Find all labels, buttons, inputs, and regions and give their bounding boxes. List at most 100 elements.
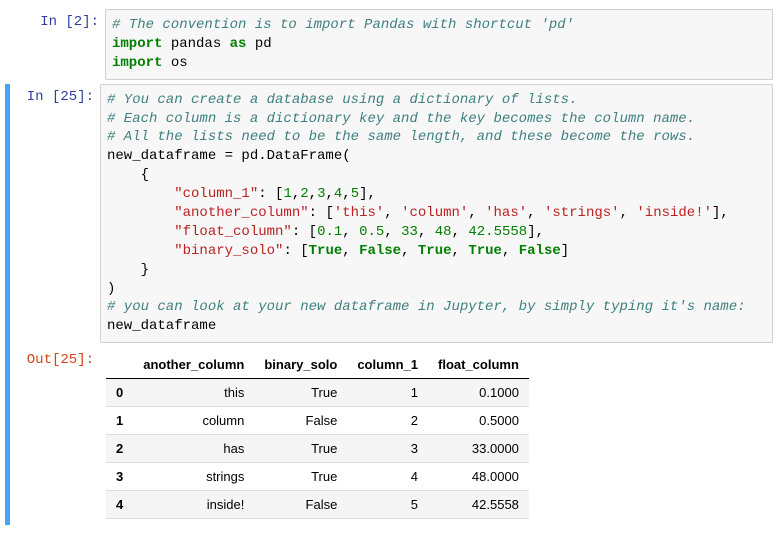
table-row: 4 inside! False 5 42.5558 xyxy=(106,491,529,519)
code-text: , xyxy=(342,186,350,202)
table-header: binary_solo xyxy=(254,351,347,379)
table-cell: 5 xyxy=(347,491,428,519)
code-cell-1: In [2]: # The convention is to import Pa… xyxy=(5,9,773,80)
code-text: : [ xyxy=(283,243,308,259)
table-header: float_column xyxy=(428,351,529,379)
code-text: , xyxy=(292,186,300,202)
input-prompt: In [2]: xyxy=(10,9,105,80)
code-number: 33 xyxy=(401,224,418,240)
code-text: , xyxy=(309,186,317,202)
code-bool: False xyxy=(519,243,561,259)
table-cell: True xyxy=(254,463,347,491)
code-text: , xyxy=(325,186,333,202)
code-input[interactable]: # The convention is to import Pandas wit… xyxy=(105,9,773,80)
code-string: 'column' xyxy=(401,205,468,221)
code-text xyxy=(107,186,174,202)
table-cell: 1 xyxy=(347,379,428,407)
code-text: , xyxy=(384,205,401,221)
code-text: , xyxy=(418,224,435,240)
table-cell: 3 xyxy=(347,435,428,463)
code-number: 0.5 xyxy=(359,224,384,240)
table-header-row: another_column binary_solo column_1 floa… xyxy=(106,351,529,379)
table-cell: True xyxy=(254,379,347,407)
table-header: another_column xyxy=(133,351,254,379)
code-text: ) xyxy=(107,281,115,297)
table-row: 2 has True 3 33.0000 xyxy=(106,435,529,463)
table-header: column_1 xyxy=(347,351,428,379)
code-text: } xyxy=(107,262,149,278)
code-string: "another_column" xyxy=(174,205,308,221)
table-cell: has xyxy=(133,435,254,463)
output-area: another_column binary_solo column_1 floa… xyxy=(100,347,773,525)
code-string: "column_1" xyxy=(174,186,258,202)
code-text: , xyxy=(401,243,418,259)
table-cell: 42.5558 xyxy=(428,491,529,519)
code-comment: # The convention is to import Pandas wit… xyxy=(112,17,574,33)
table-row: 3 strings True 4 48.0000 xyxy=(106,463,529,491)
code-input[interactable]: # You can create a database using a dict… xyxy=(100,84,773,344)
table-cell: 48.0000 xyxy=(428,463,529,491)
code-text: : [ xyxy=(258,186,283,202)
table-header xyxy=(106,351,133,379)
code-text: new_dataframe = pd.DataFrame( xyxy=(107,148,351,164)
code-text xyxy=(107,243,174,259)
code-string: "float_column" xyxy=(174,224,292,240)
table-cell: 0.1000 xyxy=(428,379,529,407)
dataframe-table: another_column binary_solo column_1 floa… xyxy=(106,351,529,519)
table-cell: 3 xyxy=(106,463,133,491)
code-number: 5 xyxy=(351,186,359,202)
table-cell: 1 xyxy=(106,407,133,435)
code-cell-2: In [25]: # You can create a database usi… xyxy=(5,84,773,526)
table-cell: strings xyxy=(133,463,254,491)
table-cell: 33.0000 xyxy=(428,435,529,463)
table-cell: 2 xyxy=(347,407,428,435)
code-number: 0.1 xyxy=(317,224,342,240)
code-text: , xyxy=(384,224,401,240)
code-text: pd xyxy=(246,36,271,52)
table-cell: 0 xyxy=(106,379,133,407)
code-comment: # Each column is a dictionary key and th… xyxy=(107,111,695,127)
code-string: 'has' xyxy=(485,205,527,221)
code-number: 42.5558 xyxy=(468,224,527,240)
code-keyword: import xyxy=(112,36,162,52)
code-text: ], xyxy=(712,205,729,221)
code-comment: # All the lists need to be the same leng… xyxy=(107,129,695,145)
code-string: 'inside!' xyxy=(636,205,712,221)
code-text: , xyxy=(452,243,469,259)
table-cell: inside! xyxy=(133,491,254,519)
code-text: pandas xyxy=(162,36,229,52)
code-text: , xyxy=(620,205,637,221)
code-bool: False xyxy=(359,243,401,259)
code-text: , xyxy=(502,243,519,259)
code-bool: True xyxy=(418,243,452,259)
code-text: { xyxy=(107,167,149,183)
code-keyword: as xyxy=(230,36,247,52)
code-string: 'this' xyxy=(334,205,384,221)
table-cell: False xyxy=(254,407,347,435)
code-number: 2 xyxy=(300,186,308,202)
code-text xyxy=(107,224,174,240)
code-bool: True xyxy=(468,243,502,259)
code-text: , xyxy=(468,205,485,221)
code-text: , xyxy=(527,205,544,221)
code-comment: # You can create a database using a dict… xyxy=(107,92,577,108)
code-bool: True xyxy=(309,243,343,259)
table-cell: True xyxy=(254,435,347,463)
table-cell: False xyxy=(254,491,347,519)
input-prompt: In [25]: xyxy=(10,84,100,344)
table-cell: 2 xyxy=(106,435,133,463)
code-text: ] xyxy=(561,243,569,259)
code-text: : [ xyxy=(292,224,317,240)
code-text: , xyxy=(342,243,359,259)
table-cell: 4 xyxy=(106,491,133,519)
code-text: , xyxy=(452,224,469,240)
table-row: 0 this True 1 0.1000 xyxy=(106,379,529,407)
code-text: ], xyxy=(359,186,376,202)
table-cell: 4 xyxy=(347,463,428,491)
code-number: 1 xyxy=(283,186,291,202)
code-comment: # you can look at your new dataframe in … xyxy=(107,299,746,315)
table-row: 1 column False 2 0.5000 xyxy=(106,407,529,435)
code-text: os xyxy=(162,55,187,71)
code-text: new_dataframe xyxy=(107,318,216,334)
code-text xyxy=(107,205,174,221)
